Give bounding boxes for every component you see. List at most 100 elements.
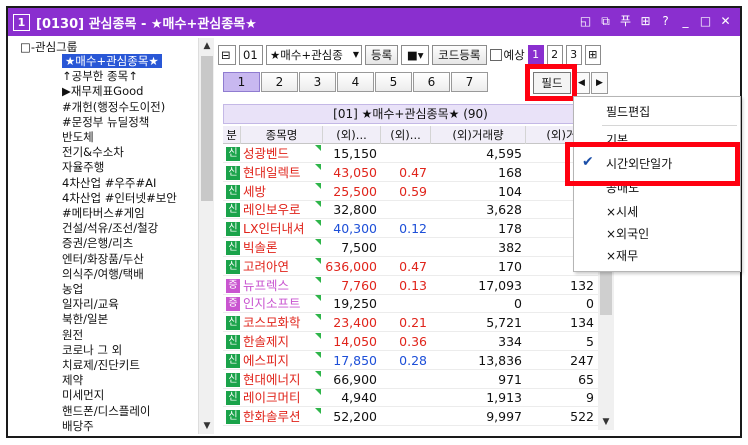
menu-item-foreigner[interactable]: ×외국인 xyxy=(606,225,649,243)
page-button-1[interactable]: 1 xyxy=(527,45,544,65)
header-type[interactable]: 분 xyxy=(223,126,241,144)
stock-name[interactable]: 빅솔론 xyxy=(243,239,321,257)
tab-4[interactable]: 4 xyxy=(337,72,374,92)
code-register-button[interactable]: 코드등록 xyxy=(432,45,487,65)
tree-item[interactable]: 일자리/교육 xyxy=(62,297,119,311)
table-row[interactable]: 신 빅솔론 7,500 382 xyxy=(223,239,598,257)
tree-item[interactable]: 건설/석유/조선/철강 xyxy=(62,221,158,235)
table-row[interactable]: 신 한솔제지 14,050 0.36 334 5 xyxy=(223,333,598,351)
tree-item[interactable]: 증권/은행/리츠 xyxy=(62,236,133,250)
group-tree[interactable]: □-관심그룹 ★매수+관심종목★ ↑공부한 종목↑ ▶재무제표Good #개헌(행정수… xyxy=(10,38,198,434)
table-row[interactable]: 신 현대일렉트 43,050 0.47 168 xyxy=(223,163,598,182)
view-mode-select[interactable]: ■▾ xyxy=(401,45,430,65)
stock-name[interactable]: 한화솔루션 xyxy=(243,408,321,426)
table-row[interactable]: 신 코스모화학 23,400 0.21 5,721 134 xyxy=(223,314,598,333)
tab-7[interactable]: 7 xyxy=(451,72,488,92)
menu-item-finance[interactable]: ×재무 xyxy=(606,247,638,265)
tab-5[interactable]: 5 xyxy=(375,72,412,92)
tree-item[interactable]: 코로나 그 외 xyxy=(62,343,122,357)
tree-item[interactable]: ▶재무제표Good xyxy=(62,84,143,98)
tree-item[interactable]: #문정부 뉴딜정책 xyxy=(62,115,149,129)
tree-item[interactable]: 원전 xyxy=(62,328,83,342)
tree-item[interactable]: 반도체 xyxy=(62,130,94,144)
table-row[interactable]: 신 LX인터내셔 40,300 0.12 178 xyxy=(223,220,598,239)
tree-item[interactable]: #메타버스#게임 xyxy=(62,206,145,220)
stock-name[interactable]: 레이크머티 xyxy=(243,389,321,407)
pin-icon[interactable]: 푸 xyxy=(617,12,634,30)
tree-item[interactable]: 제약 xyxy=(62,373,83,387)
header-volume[interactable]: (외)거래량 xyxy=(431,126,526,144)
scroll-up-icon[interactable]: ▲ xyxy=(199,38,215,54)
stock-name[interactable]: 세방 xyxy=(243,183,321,201)
tab-3[interactable]: 3 xyxy=(299,72,336,92)
scroll-down-icon[interactable]: ▼ xyxy=(199,418,215,434)
panel-toggle-icon[interactable]: ⊟ xyxy=(218,45,236,65)
table-row[interactable]: 신 고려아연 636,000 0.47 170 xyxy=(223,257,598,276)
stock-name[interactable]: 에스피지 xyxy=(243,352,321,370)
stock-name[interactable]: 한솔제지 xyxy=(243,333,321,351)
tab-6[interactable]: 6 xyxy=(413,72,450,92)
tree-item[interactable]: 의식주/여행/택배 xyxy=(62,267,144,281)
stock-name[interactable]: 성광벤드 xyxy=(243,145,321,163)
tree-item[interactable]: 4차산업 #우주#AI xyxy=(62,176,156,190)
group-number-field[interactable]: 01 xyxy=(239,45,263,65)
tree-item[interactable]: 농업 xyxy=(62,282,83,296)
stock-name[interactable]: 뉴프렉스 xyxy=(243,277,321,295)
stock-name[interactable]: LX인터내셔 xyxy=(243,220,321,238)
table-row[interactable]: 신 레인보우로 32,800 3,628 xyxy=(223,201,598,220)
table-row[interactable]: 신 한화솔루션 52,200 9,997 522 xyxy=(223,408,598,427)
tab-1[interactable]: 1 xyxy=(223,72,260,92)
page-button-3[interactable]: 3 xyxy=(565,45,582,65)
header-name[interactable]: 종목명 xyxy=(241,126,323,144)
tree-scroll-thumb[interactable] xyxy=(201,56,213,201)
tree-root[interactable]: □-관심그룹 xyxy=(20,40,77,54)
table-row[interactable]: 신 세방 25,500 0.59 104 xyxy=(223,182,598,201)
tree-item[interactable]: 전기&수소차 xyxy=(62,145,124,159)
maximize-icon[interactable]: □ xyxy=(697,12,714,30)
stock-name[interactable]: 고려아연 xyxy=(243,258,321,276)
menu-item-quote[interactable]: ×시세 xyxy=(606,203,638,221)
checkbox-box[interactable] xyxy=(489,49,502,61)
tree-item[interactable]: 4차산업 #인터넷#보안 xyxy=(62,191,177,205)
close-icon[interactable]: ✕ xyxy=(717,12,734,30)
minimize-icon[interactable]: _ xyxy=(677,12,694,30)
header-price[interactable]: (외)... xyxy=(323,126,381,144)
tree-item[interactable]: 엔터/화장품/두산 xyxy=(62,252,144,266)
restore-layout-icon[interactable]: ◱ xyxy=(577,12,594,30)
forecast-checkbox[interactable]: 예상 xyxy=(489,47,525,63)
tree-item[interactable]: ★매수+관심종목★ xyxy=(62,54,162,68)
page-button-2[interactable]: 2 xyxy=(546,45,563,65)
title-bar[interactable]: 1 [0130] 관심종목 - ★매수+관심종목★ ◱ ⧉ 푸 ⊞ ? _ □ … xyxy=(8,8,740,36)
help-icon[interactable]: ? xyxy=(657,12,674,30)
tree-item[interactable]: 미세먼지 xyxy=(62,388,104,402)
tab-2[interactable]: 2 xyxy=(261,72,298,92)
tree-item[interactable]: 치료제/진단키트 xyxy=(62,358,140,372)
header-change[interactable]: (외)... xyxy=(381,126,431,144)
copy-window-icon[interactable]: ⧉ xyxy=(597,12,614,30)
grid-icon[interactable]: ⊞ xyxy=(637,12,654,30)
table-row[interactable]: 증 뉴프렉스 7,760 0.13 17,093 132 xyxy=(223,276,598,295)
tree-item[interactable]: #개헌(행정수도이전) xyxy=(62,100,165,114)
tree-item[interactable]: 핸드폰/디스플레이 xyxy=(62,404,151,418)
scroll-down-icon[interactable]: ▼ xyxy=(598,414,614,430)
table-row[interactable]: 신 레이크머티 4,940 1,913 9 xyxy=(223,389,598,408)
tree-item[interactable]: 배당주 xyxy=(62,419,94,433)
layout-icon[interactable]: ⊞ xyxy=(584,45,601,65)
table-row[interactable]: 신 에스피지 17,850 0.28 13,836 247 xyxy=(223,351,598,370)
table-row[interactable]: 신 현대에너지 66,900 971 65 xyxy=(223,370,598,389)
stock-name[interactable]: 코스모화학 xyxy=(243,314,321,332)
stock-name[interactable]: 현대에너지 xyxy=(243,371,321,389)
tree-item[interactable]: 북한/일본 xyxy=(62,312,108,326)
stock-name[interactable]: 현대일렉트 xyxy=(243,164,321,182)
tree-item[interactable]: ↑공부한 종목↑ xyxy=(62,69,138,83)
menu-item-field-edit[interactable]: 필드편집 xyxy=(606,103,650,121)
table-row[interactable]: 증 인지소프트 19,250 0 0 xyxy=(223,295,598,314)
tree-scrollbar[interactable]: ▲ ▼ xyxy=(198,38,214,434)
tree-item[interactable]: 자율주행 xyxy=(62,160,104,174)
register-button[interactable]: 등록 xyxy=(365,45,399,65)
stock-name[interactable]: 레인보우로 xyxy=(243,201,321,219)
stock-name[interactable]: 인지소프트 xyxy=(243,295,321,313)
table-row[interactable]: 신 성광벤드 15,150 4,595 xyxy=(223,145,598,163)
chevron-right-icon[interactable]: ▶ xyxy=(591,72,608,94)
group-name-select[interactable]: ★매수+관심종 ▼ xyxy=(266,45,362,65)
